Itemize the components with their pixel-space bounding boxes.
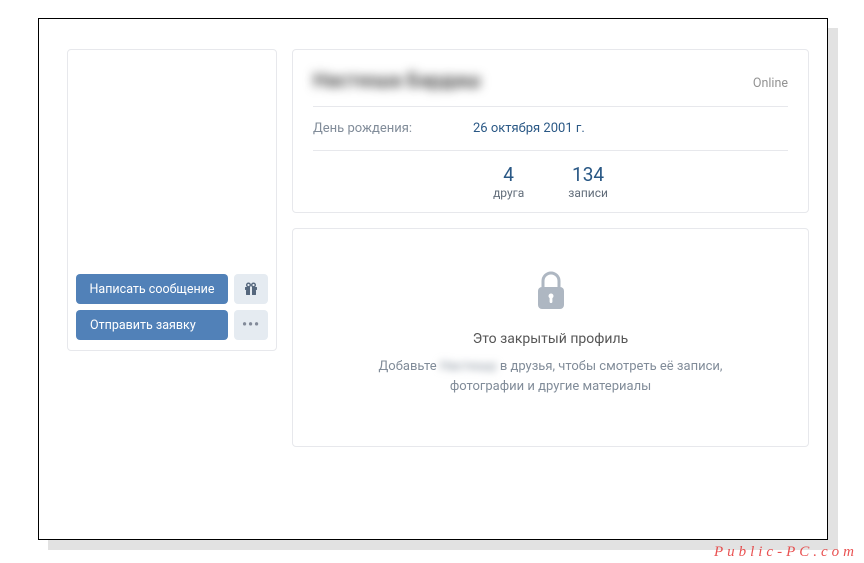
send-request-label: Отправить заявку bbox=[90, 318, 196, 333]
private-desc-prefix: Добавьте bbox=[379, 359, 440, 374]
gift-button[interactable] bbox=[234, 274, 268, 304]
birthday-label: День рождения: bbox=[313, 121, 473, 136]
write-message-label: Написать сообщение bbox=[90, 282, 215, 297]
private-profile-card: Это закрытый профиль Добавьте Настюшу в … bbox=[292, 228, 809, 447]
profile-name: Настюша Бардаш bbox=[313, 68, 481, 92]
birthday-value[interactable]: 26 октября 2001 г. bbox=[473, 121, 585, 136]
more-icon: ••• bbox=[242, 317, 260, 333]
counter-friends-num: 4 bbox=[493, 163, 524, 186]
name-row: Настюша Бардаш Online bbox=[313, 68, 788, 107]
private-desc-suffix: в друзья, чтобы смотреть её записи, bbox=[497, 359, 723, 374]
request-row: Отправить заявку ••• bbox=[76, 310, 268, 340]
counter-friends[interactable]: 4 друга bbox=[481, 163, 536, 200]
profile-header-card: Настюша Бардаш Online День рождения: 26 … bbox=[292, 49, 809, 213]
profile-photo[interactable] bbox=[76, 58, 268, 268]
send-request-button[interactable]: Отправить заявку bbox=[76, 310, 228, 340]
private-desc-name: Настюшу bbox=[440, 357, 497, 377]
counter-posts[interactable]: 134 записи bbox=[556, 163, 620, 200]
lock-icon bbox=[533, 269, 569, 313]
gift-icon bbox=[243, 281, 259, 297]
main-column: Настюша Бардаш Online День рождения: 26 … bbox=[292, 49, 827, 539]
message-row: Написать сообщение bbox=[76, 274, 268, 304]
sidebar: Написать сообщение Отпра bbox=[67, 49, 277, 539]
online-status: Online bbox=[753, 76, 788, 91]
content-area: Написать сообщение Отпра bbox=[67, 19, 827, 539]
private-desc-line2: фотографии и другие материалы bbox=[450, 379, 651, 394]
birthday-row: День рождения: 26 октября 2001 г. bbox=[313, 107, 788, 150]
write-message-button[interactable]: Написать сообщение bbox=[76, 274, 228, 304]
counter-friends-label: друга bbox=[493, 186, 524, 200]
counter-posts-num: 134 bbox=[568, 163, 608, 186]
watermark: Public-PC.com bbox=[714, 544, 858, 561]
more-button[interactable]: ••• bbox=[234, 310, 268, 340]
counters-row: 4 друга 134 записи bbox=[313, 150, 788, 212]
private-description: Добавьте Настюшу в друзья, чтобы смотрет… bbox=[323, 357, 778, 396]
private-title: Это закрытый профиль bbox=[323, 331, 778, 347]
window-frame: Написать сообщение Отпра bbox=[38, 18, 828, 540]
photo-card: Написать сообщение Отпра bbox=[67, 49, 277, 351]
counter-posts-label: записи bbox=[568, 186, 608, 200]
